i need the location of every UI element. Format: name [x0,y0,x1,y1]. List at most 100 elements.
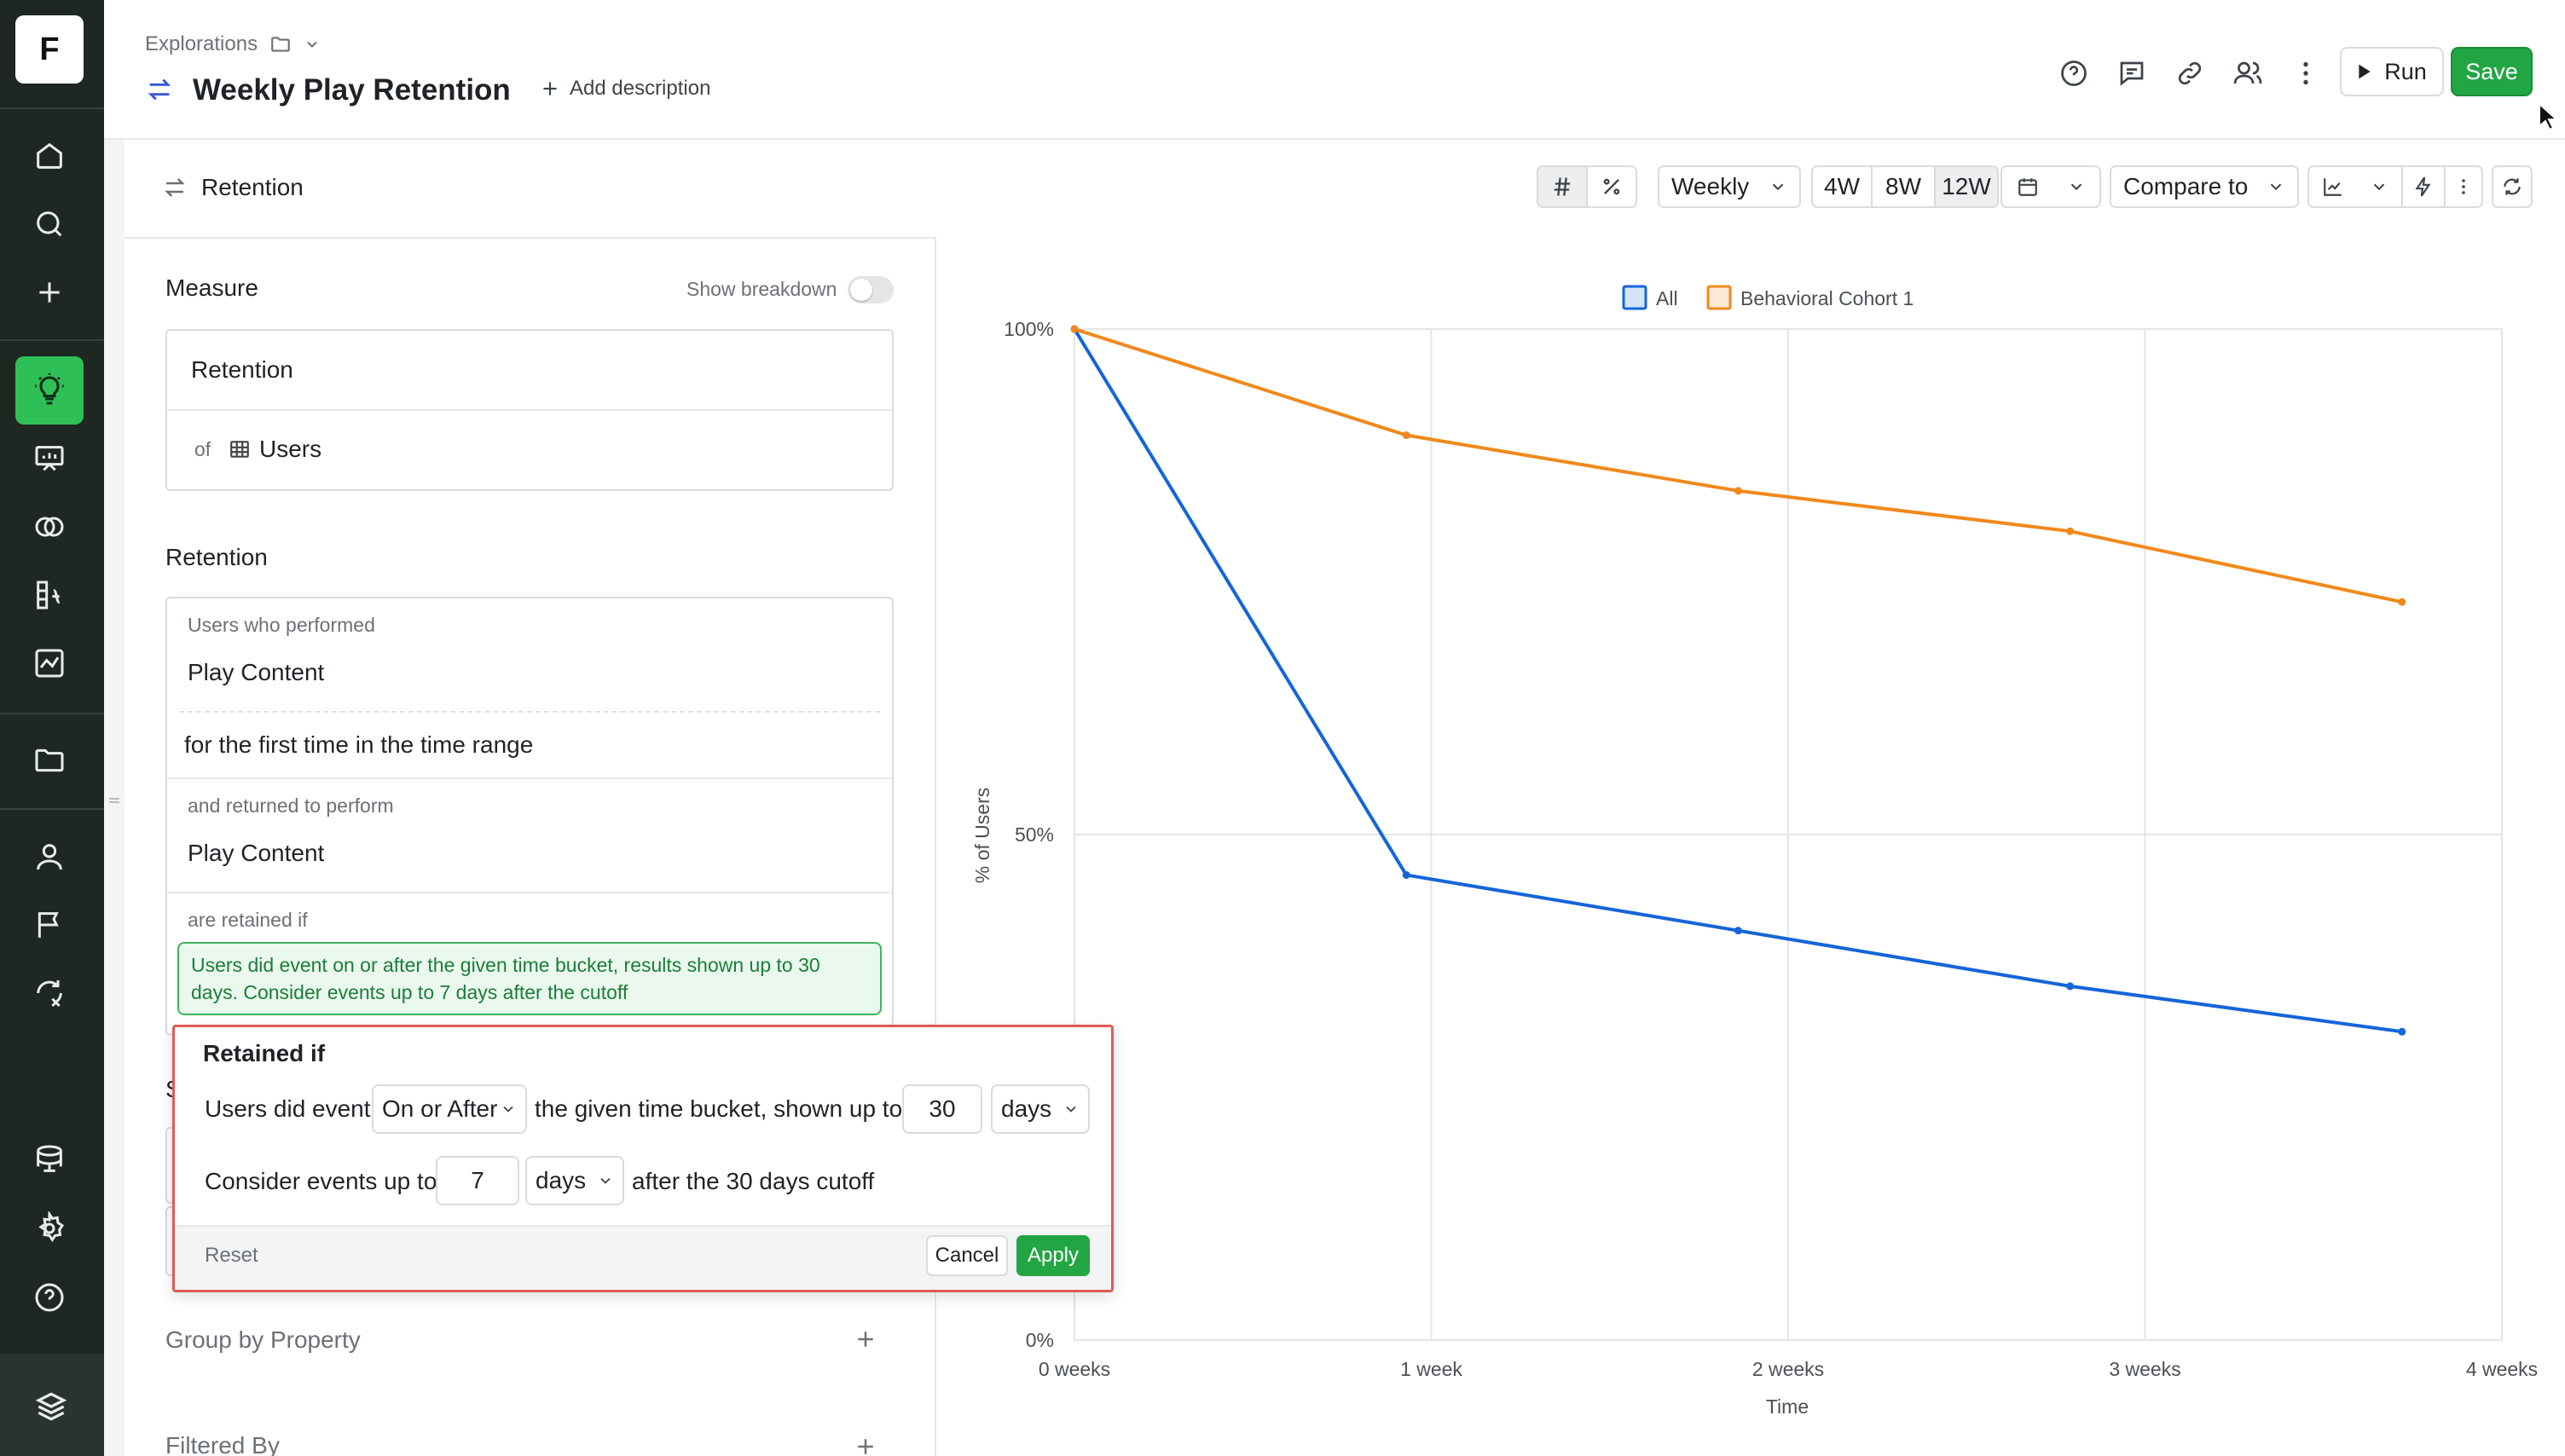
count-mode-button[interactable] [1537,165,1588,208]
chevron-down-icon [2070,183,2082,191]
comment-icon[interactable] [2113,55,2151,92]
card-divider [167,777,892,779]
run-button[interactable]: Run [2340,47,2444,96]
row2-prefix: Consider events up to [205,1168,437,1194]
chart-icon[interactable] [15,629,84,697]
compare-to-label: Compare to [2123,173,2249,199]
user-icon[interactable] [15,823,84,891]
line-chart-icon [2324,178,2342,196]
more-vertical-icon[interactable] [2287,55,2325,92]
mouse-cursor-icon [2538,102,2558,131]
data-point-all [1402,870,1410,879]
breadcrumb-label[interactable]: Explorations [145,32,258,56]
chart-series [1070,325,2406,1036]
chevron-down-icon [600,1177,611,1184]
rail-divider [0,107,104,109]
chevron-down-icon[interactable] [304,36,321,53]
help-icon[interactable] [15,1263,84,1332]
folder-icon[interactable] [15,726,84,794]
add-filter-icon[interactable] [853,1434,878,1456]
chart-legend: All Behavioral Cohort 1 [1622,285,1914,310]
retained-if-summary[interactable]: Users did event on or after the given ti… [177,942,882,1015]
interval-select[interactable]: Weekly [1658,165,1801,208]
cutoff-grace-unit-select[interactable]: days [525,1156,624,1205]
measure-of-label: of [194,438,211,460]
y-axis-label: % of Users [971,788,993,883]
apply-button[interactable]: Apply [1016,1235,1090,1276]
y-tick-label: 0% [1026,1329,1054,1351]
range-4w-button[interactable]: 4W [1813,167,1873,206]
app-logo[interactable]: F [15,15,84,84]
series-line-all [1073,327,2403,1034]
card-divider [167,409,892,411]
insights-button[interactable] [2401,165,2446,208]
toggle-knob[interactable] [850,279,872,301]
refresh-button[interactable] [2492,165,2533,208]
event-timing-value: On or After [382,1095,498,1122]
stack-logo-icon[interactable] [32,1388,70,1425]
table-icon [229,438,251,460]
event-timing-select[interactable]: On or After [372,1084,527,1134]
resize-handle-icon[interactable] [109,798,119,803]
measure-entity[interactable]: Users [259,436,321,463]
add-group-by-icon[interactable] [853,1326,878,1352]
data-point-behavioral-cohort-1 [2398,598,2406,606]
group-by-title: Group by Property [165,1326,361,1353]
return-event-select[interactable]: Play Content [188,840,324,867]
share-users-icon[interactable] [2229,55,2267,92]
experiment-icon[interactable] [15,959,84,1027]
chart-type-select[interactable] [2307,165,2403,208]
search-icon[interactable] [15,190,84,258]
date-range-select[interactable] [2000,165,2101,208]
reset-button[interactable]: Reset [205,1244,258,1268]
data-point-all [1734,927,1742,935]
row2-suffix: after the 30 days cutoff [632,1168,875,1194]
first-time-condition[interactable]: for the first time in the time range [184,731,533,759]
first-event-select[interactable]: Play Content [188,659,324,686]
chart-grid [1074,328,2503,1341]
plus-icon[interactable] [15,258,84,326]
settings-icon[interactable] [15,1194,84,1262]
page-title[interactable]: Weekly Play Retention [193,73,511,107]
measure-metric[interactable]: Retention [191,356,293,384]
x-tick-label: 2 weeks [1752,1358,1824,1380]
save-button[interactable]: Save [2451,47,2533,96]
run-label: Run [2384,58,2427,84]
legend-swatch-behavioral-cohort-1 [1706,285,1732,310]
range-segmented-control: 4W 8W 12W [1811,165,1999,208]
presentation-icon[interactable] [15,425,84,493]
add-description-button[interactable]: Add description [539,77,710,101]
row1-prefix: Users did event [205,1095,371,1122]
home-icon[interactable] [15,122,84,190]
retained-summary-line-2: days. Consider events up to 7 days after… [191,981,628,1003]
breadcrumb[interactable]: Explorations [145,32,321,56]
y-tick-label: 50% [1015,823,1054,846]
help-icon[interactable] [2055,55,2093,92]
range-8w-button[interactable]: 8W [1873,167,1936,206]
compare-to-select[interactable]: Compare to [2110,165,2299,208]
shown-up-to-input[interactable]: 30 [902,1084,982,1134]
returned-label: and returned to perform [188,794,394,817]
show-breakdown-label: Show breakdown [686,278,837,300]
formula-icon[interactable] [15,561,84,629]
analysis-type-label[interactable]: Retention [201,174,304,201]
legend-swatch-all [1622,285,1647,310]
data-point-behavioral-cohort-1 [1070,325,1079,333]
x-tick-label: 1 week [1400,1358,1462,1380]
data-point-behavioral-cohort-1 [1734,487,1742,495]
legend-label-all: All [1656,287,1678,309]
percent-mode-button[interactable] [1586,165,1637,208]
lightbulb-icon[interactable] [15,356,84,425]
database-icon[interactable] [15,1125,84,1193]
cancel-button[interactable]: Cancel [926,1235,1008,1276]
series-line-behavioral-cohort-1 [1074,327,2403,604]
x-tick-label: 0 weeks [1039,1358,1110,1380]
cutoff-grace-input[interactable]: 7 [436,1156,519,1205]
range-12w-button[interactable]: 12W [1936,167,1997,206]
shown-up-to-unit-select[interactable]: days [991,1084,1090,1134]
flag-icon[interactable] [15,891,84,959]
link-icon[interactable] [2171,55,2209,92]
overlap-icon[interactable] [15,493,84,561]
folder-icon[interactable] [269,33,292,55]
chart-more-button[interactable] [2444,165,2483,208]
